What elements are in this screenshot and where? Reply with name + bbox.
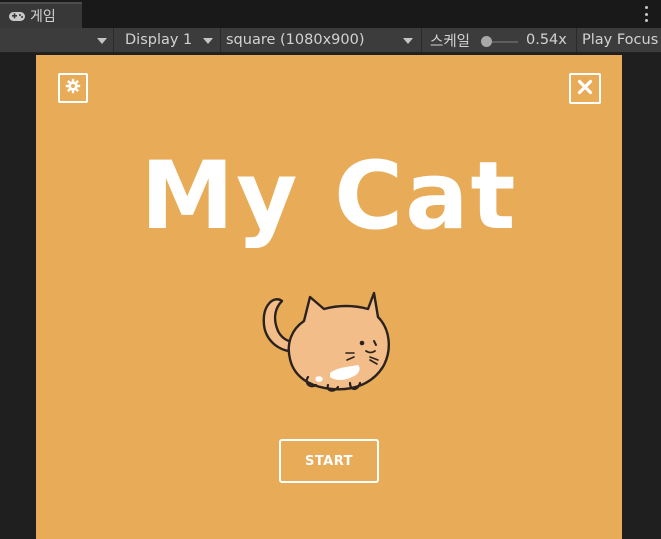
scale-value: 0.54x [526, 32, 567, 48]
tab-game-label: 게임 [30, 9, 56, 25]
game-view-toolbar: Display 1 square (1080x900) 스케일 0.54x Pl… [0, 28, 661, 53]
close-button[interactable] [569, 73, 601, 104]
start-button[interactable]: START [279, 439, 379, 483]
play-focus-dropdown[interactable]: Play Focus [582, 28, 658, 52]
tab-game[interactable]: 게임 [0, 2, 82, 28]
settings-button[interactable] [58, 73, 88, 103]
chevron-down-icon [203, 38, 213, 44]
scale-slider-handle[interactable] [481, 36, 492, 47]
editor-tab-strip: 게임 [0, 0, 661, 28]
more-options-icon[interactable] [643, 6, 649, 22]
game-screen: My Cat START [36, 55, 622, 539]
resolution-label: square (1080x900) [226, 32, 365, 48]
game-view-dropdown[interactable] [0, 28, 113, 52]
chevron-down-icon [403, 38, 413, 44]
game-title: My Cat [140, 142, 518, 251]
scale-label: 스케일 [430, 33, 471, 50]
display-dropdown[interactable]: Display 1 [114, 28, 220, 52]
resolution-dropdown[interactable]: square (1080x900) [221, 28, 421, 52]
close-icon [577, 79, 593, 99]
gear-icon [65, 78, 81, 98]
display-label: Display 1 [125, 32, 193, 48]
gamepad-icon [8, 10, 26, 22]
chevron-down-icon [97, 38, 107, 44]
cat-illustration [258, 287, 393, 399]
